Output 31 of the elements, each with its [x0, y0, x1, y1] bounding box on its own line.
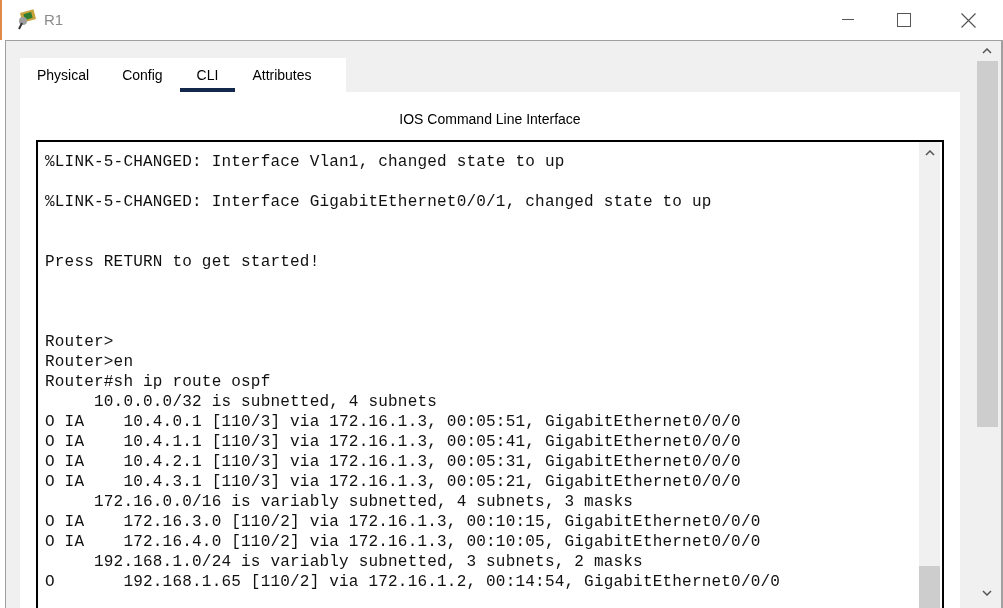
scroll-down-icon[interactable] [982, 590, 992, 596]
tab[interactable]: Physical [20, 58, 106, 92]
terminal-line: 172.16.0.0/16 is variably subnetted, 4 subnets, 3 masks [93, 492, 634, 512]
terminal-line: Press RETURN to get started! [45, 252, 320, 272]
terminal-line: %LINK-5-CHANGED: Interface Vlan1, changed state to up [45, 152, 565, 172]
terminal-line: O IA 10.4.3.1 [110/3] via 172.16.1.3, 00:05:21, GigabitEthernet0/0/0 [45, 472, 741, 492]
terminal-line: Router>en [45, 352, 134, 372]
minimize-icon[interactable] [842, 19, 854, 21]
window-title: R1 [44, 9, 64, 30]
close-icon[interactable] [960, 12, 976, 28]
terminal-line: O IA 172.16.4.0 [110/2] via 172.16.1.3, 00:10:05, GigabitEthernet0/0/0 [45, 532, 761, 552]
terminal-line: O IA 10.4.0.1 [110/3] via 172.16.1.3, 00:05:51, GigabitEthernet0/0/0 [45, 412, 741, 432]
scroll-up-icon[interactable] [982, 48, 992, 54]
tab[interactable]: Config [105, 58, 180, 92]
scrollbar-thumb[interactable] [976, 61, 998, 427]
tab[interactable]: Attributes [235, 58, 329, 92]
scrollbar[interactable] [919, 142, 940, 608]
terminal-line: 10.0.0.0/32 is subnetted, 4 subnets [93, 392, 438, 412]
terminal-line: %LINK-5-CHANGED: Interface GigabitEthernet0/0/1, changed state to up [45, 192, 712, 212]
scroll-up-icon[interactable] [924, 150, 935, 156]
terminal-line: O IA 172.16.3.0 [110/2] via 172.16.1.3, 00:10:15, GigabitEthernet0/0/0 [45, 512, 761, 532]
terminal-line: Router> [45, 332, 114, 352]
scrollbar-thumb[interactable] [919, 566, 940, 608]
terminal-line: O IA 10.4.1.1 [110/3] via 172.16.1.3, 00:05:41, GigabitEthernet0/0/0 [45, 432, 741, 452]
terminal-line: O IA 10.4.2.1 [110/3] via 172.16.1.3, 00:05:31, GigabitEthernet0/0/0 [45, 452, 741, 472]
panel-title: IOS Command Line Interface [398, 110, 582, 129]
terminal-line: Router#sh ip route ospf [45, 372, 271, 392]
maximize-icon[interactable] [897, 13, 911, 27]
terminal-line: O 192.168.1.65 [110/2] via 172.16.1.2, 00:14:54, GigabitEthernet0/0/0 [45, 572, 781, 592]
app-icon [16, 9, 38, 31]
terminal-line: 192.168.1.0/24 is variably subnetted, 3 subnets, 2 masks [93, 552, 643, 572]
